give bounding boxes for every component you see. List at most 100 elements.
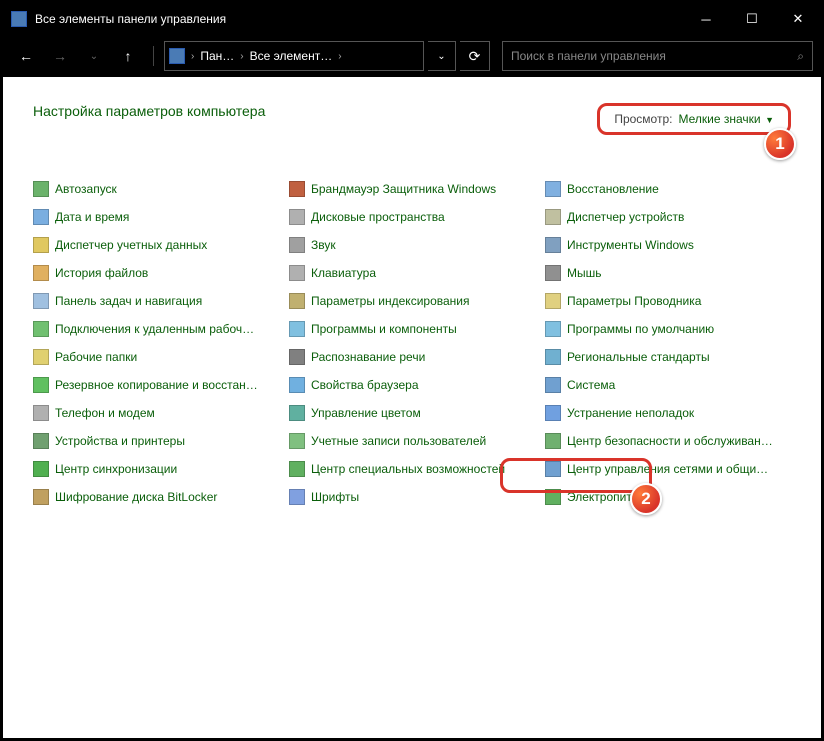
internet-options-icon <box>289 377 305 393</box>
default-programs-icon <box>545 321 561 337</box>
cp-item-indexing-options[interactable]: Параметры индексирования <box>289 291 535 311</box>
item-label: Программы и компоненты <box>311 322 457 336</box>
cp-item-internet-options[interactable]: Свойства браузера <box>289 375 535 395</box>
view-selector[interactable]: Просмотр: Мелкие значки ▼ 1 <box>597 103 791 135</box>
phone-modem-icon <box>33 405 49 421</box>
item-label: Устранение неполадок <box>567 406 694 420</box>
programs-features-icon <box>289 321 305 337</box>
cp-item-phone-modem[interactable]: Телефон и модем <box>33 403 279 423</box>
windows-tools-icon <box>545 237 561 253</box>
cp-item-firewall[interactable]: Брандмауэр Защитника Windows <box>289 179 535 199</box>
recent-dropdown[interactable]: ⌄ <box>79 41 109 71</box>
item-label: Центр управления сетями и общи… <box>567 462 768 476</box>
content-area: Настройка параметров компьютера Просмотр… <box>3 77 821 533</box>
cp-item-programs-features[interactable]: Программы и компоненты <box>289 319 535 339</box>
address-bar[interactable]: › Пан… › Все элемент… › <box>164 41 424 71</box>
cp-item-credential-manager[interactable]: Диспетчер учетных данных <box>33 235 279 255</box>
maximize-button[interactable]: ☐ <box>729 3 775 35</box>
item-label: Шифрование диска BitLocker <box>55 490 217 504</box>
user-accounts-icon <box>289 433 305 449</box>
cp-item-file-history[interactable]: История файлов <box>33 263 279 283</box>
cp-item-default-programs[interactable]: Программы по умолчанию <box>545 319 791 339</box>
item-label: Резервное копирование и восстан… <box>55 378 258 392</box>
power-options-icon <box>545 489 561 505</box>
cp-item-region[interactable]: Региональные стандарты <box>545 347 791 367</box>
explorer-options-icon <box>545 293 561 309</box>
back-button[interactable]: ← <box>11 41 41 71</box>
cp-item-speech-recognition[interactable]: Распознавание речи <box>289 347 535 367</box>
cp-item-explorer-options[interactable]: Параметры Проводника <box>545 291 791 311</box>
app-icon <box>11 11 27 27</box>
item-label: Мышь <box>567 266 602 280</box>
navbar: ← → ⌄ ↑ › Пан… › Все элемент… › ⌄ ⟳ Поис… <box>3 35 821 77</box>
item-label: Учетные записи пользователей <box>311 434 486 448</box>
bitlocker-icon <box>33 489 49 505</box>
up-button[interactable]: ↑ <box>113 41 143 71</box>
cp-item-sync-center[interactable]: Центр синхронизации <box>33 459 279 479</box>
item-label: Телефон и модем <box>55 406 155 420</box>
cp-item-autoplay[interactable]: Автозапуск <box>33 179 279 199</box>
cp-item-color-management[interactable]: Управление цветом <box>289 403 535 423</box>
cp-item-power-options[interactable]: Электропитание <box>545 487 791 507</box>
fonts-icon <box>289 489 305 505</box>
item-label: Программы по умолчанию <box>567 322 714 336</box>
breadcrumb-seg1[interactable]: Пан… <box>196 49 238 63</box>
cp-item-ease-of-access[interactable]: Центр специальных возможностей <box>289 459 535 479</box>
cp-item-taskbar-navigation[interactable]: Панель задач и навигация <box>33 291 279 311</box>
device-manager-icon <box>545 209 561 225</box>
item-label: Рабочие папки <box>55 350 137 364</box>
item-label: Центр безопасности и обслуживан… <box>567 434 773 448</box>
cp-item-bitlocker[interactable]: Шифрование диска BitLocker <box>33 487 279 507</box>
refresh-button[interactable]: ⟳ <box>460 41 490 71</box>
cp-item-backup-restore[interactable]: Резервное копирование и восстан… <box>33 375 279 395</box>
address-history-dropdown[interactable]: ⌄ <box>428 41 456 71</box>
item-label: Региональные стандарты <box>567 350 710 364</box>
item-label: Параметры индексирования <box>311 294 469 308</box>
taskbar-navigation-icon <box>33 293 49 309</box>
cp-item-remote-app[interactable]: Подключения к удаленным рабоч… <box>33 319 279 339</box>
network-sharing-icon <box>545 461 561 477</box>
cp-item-fonts[interactable]: Шрифты <box>289 487 535 507</box>
indexing-options-icon <box>289 293 305 309</box>
search-icon: ⌕ <box>797 49 804 64</box>
recovery-icon <box>545 181 561 197</box>
breadcrumb-seg2[interactable]: Все элемент… <box>246 49 337 63</box>
cp-item-devices-printers[interactable]: Устройства и принтеры <box>33 431 279 451</box>
region-icon <box>545 349 561 365</box>
chevron-right-icon[interactable]: › <box>189 51 196 62</box>
close-button[interactable]: ✕ <box>775 3 821 35</box>
item-label: Центр специальных возможностей <box>311 462 505 476</box>
item-label: Распознавание речи <box>311 350 425 364</box>
chevron-right-icon[interactable]: › <box>336 51 343 62</box>
item-label: Подключения к удаленным рабоч… <box>55 322 254 336</box>
security-maintenance-icon <box>545 433 561 449</box>
view-label: Просмотр: <box>614 112 672 126</box>
ease-of-access-icon <box>289 461 305 477</box>
search-input[interactable]: Поиск в панели управления ⌕ <box>502 41 813 71</box>
cp-item-security-maintenance[interactable]: Центр безопасности и обслуживан… <box>545 431 791 451</box>
titlebar: Все элементы панели управления ─ ☐ ✕ <box>3 3 821 35</box>
forward-button[interactable]: → <box>45 41 75 71</box>
cp-item-mouse[interactable]: Мышь <box>545 263 791 283</box>
keyboard-icon <box>289 265 305 281</box>
item-label: История файлов <box>55 266 148 280</box>
minimize-button[interactable]: ─ <box>683 3 729 35</box>
cp-item-system[interactable]: Система <box>545 375 791 395</box>
cp-item-work-folders[interactable]: Рабочие папки <box>33 347 279 367</box>
cp-item-recovery[interactable]: Восстановление <box>545 179 791 199</box>
cp-item-sound[interactable]: Звук <box>289 235 535 255</box>
item-label: Дата и время <box>55 210 129 224</box>
item-label: Диспетчер учетных данных <box>55 238 207 252</box>
item-label: Восстановление <box>567 182 659 196</box>
cp-item-user-accounts[interactable]: Учетные записи пользователей <box>289 431 535 451</box>
cp-item-keyboard[interactable]: Клавиатура <box>289 263 535 283</box>
cp-item-device-manager[interactable]: Диспетчер устройств <box>545 207 791 227</box>
cp-item-storage-spaces[interactable]: Дисковые пространства <box>289 207 535 227</box>
cp-item-network-sharing[interactable]: Центр управления сетями и общи… <box>545 459 791 479</box>
cp-item-date-time[interactable]: Дата и время <box>33 207 279 227</box>
chevron-right-icon[interactable]: › <box>238 51 245 62</box>
cp-item-windows-tools[interactable]: Инструменты Windows <box>545 235 791 255</box>
cp-item-troubleshooting[interactable]: Устранение неполадок <box>545 403 791 423</box>
sync-center-icon <box>33 461 49 477</box>
file-history-icon <box>33 265 49 281</box>
